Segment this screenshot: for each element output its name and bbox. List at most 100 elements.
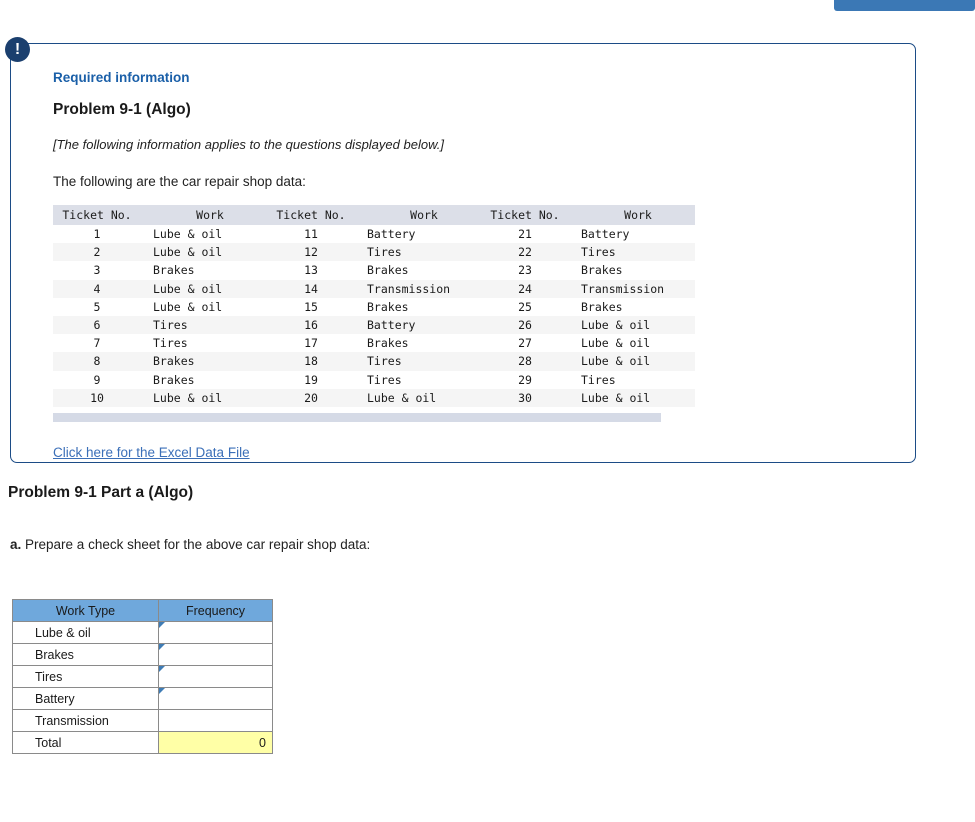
table-row: 1 Lube & oil 11 Battery 21 Battery [53, 225, 695, 244]
frequency-input-tires[interactable] [158, 665, 273, 688]
cell-ticket-no: 29 [518, 372, 532, 387]
cell-work: Brakes [153, 354, 195, 369]
column-header-work-3: Work [569, 205, 695, 225]
question-label: a. [10, 537, 22, 552]
column-header-ticket-2: Ticket No. [267, 205, 355, 225]
cell-ticket-no: 28 [518, 354, 532, 369]
check-sheet-header-frequency: Frequency [158, 599, 273, 622]
cell-work: Tires [367, 354, 402, 369]
cell-work: Tires [581, 372, 616, 387]
cell-work: Transmission [367, 281, 451, 296]
cell-work: Battery [367, 318, 416, 333]
cell-ticket-no: 9 [93, 372, 101, 387]
column-header-work-1: Work [141, 205, 267, 225]
cell-work: Lube & oil [581, 336, 651, 351]
cell-ticket-no: 8 [93, 354, 101, 369]
page-title: Problem 9-1 (Algo) [53, 101, 191, 118]
column-header-work-2: Work [355, 205, 481, 225]
cell-ticket-no: 15 [304, 299, 318, 314]
check-sheet-row: Tires [12, 665, 273, 688]
cell-ticket-no: 13 [304, 263, 318, 278]
cell-work: Brakes [367, 263, 409, 278]
table-row: 2 Lube & oil 12 Tires 22 Tires [53, 243, 695, 262]
top-action-button[interactable] [834, 0, 975, 11]
applies-note: [The following information applies to th… [53, 137, 444, 152]
column-header-ticket-3: Ticket No. [481, 205, 569, 225]
check-sheet-table: Work Type Frequency Lube & oil Brakes Tire… [12, 599, 273, 754]
part-a-question: a. Prepare a check sheet for the above c… [10, 537, 370, 552]
cell-work: Brakes [581, 263, 623, 278]
cell-work: Tires [367, 372, 402, 387]
exclamation-icon: ! [5, 37, 30, 62]
check-sheet-work-type-label: Transmission [12, 709, 159, 732]
cell-work: Brakes [581, 299, 623, 314]
cell-ticket-no: 10 [90, 390, 104, 405]
check-sheet-total-value: 0 [158, 731, 273, 754]
question-text: Prepare a check sheet for the above car … [25, 537, 371, 552]
check-sheet-body: Lube & oil Brakes Tires Battery Transmission… [12, 621, 273, 754]
check-sheet-row: Lube & oil [12, 621, 273, 644]
table-row: 9 Brakes 19 Tires 29 Tires [53, 370, 695, 389]
cell-ticket-no: 2 [93, 245, 101, 260]
cell-ticket-no: 19 [304, 372, 318, 387]
cell-work: Battery [581, 227, 630, 242]
cell-ticket-no: 4 [93, 281, 101, 296]
cell-work: Lube & oil [153, 245, 223, 260]
check-sheet-work-type-label: Lube & oil [12, 621, 159, 644]
car-repair-data-table: Ticket No. Work Ticket No. Work Ticket N… [53, 205, 695, 407]
check-sheet-row: Battery [12, 687, 273, 710]
check-sheet-work-type-label: Tires [12, 665, 159, 688]
frequency-input-brakes[interactable] [158, 643, 273, 666]
cell-ticket-no: 11 [304, 227, 318, 242]
cell-work: Tires [367, 245, 402, 260]
table-row: 7 Tires 17 Brakes 27 Lube & oil [53, 334, 695, 353]
cell-ticket-no: 30 [518, 390, 532, 405]
column-header-ticket-1: Ticket No. [53, 205, 141, 225]
cell-work: Lube & oil [153, 227, 223, 242]
cell-ticket-no: 5 [93, 299, 101, 314]
excel-data-file-link[interactable]: Click here for the Excel Data File [53, 445, 250, 460]
frequency-input-transmission[interactable] [158, 709, 273, 732]
frequency-input-lube-oil[interactable] [158, 621, 273, 644]
check-sheet-header-row: Work Type Frequency [12, 599, 273, 622]
cell-ticket-no: 6 [93, 318, 101, 333]
cell-ticket-no: 12 [304, 245, 318, 260]
cell-work: Lube & oil [153, 281, 223, 296]
table-row: 5 Lube & oil 15 Brakes 25 Brakes [53, 297, 695, 316]
cell-ticket-no: 25 [518, 299, 532, 314]
cell-ticket-no: 1 [93, 227, 101, 242]
check-sheet-row: Brakes [12, 643, 273, 666]
table-header-row: Ticket No. Work Ticket No. Work Ticket N… [53, 205, 695, 225]
cell-ticket-no: 17 [304, 336, 318, 351]
cell-work: Transmission [581, 281, 665, 296]
check-sheet-header-work-type: Work Type [12, 599, 159, 622]
table-row: 4 Lube & oil 14 Transmission 24 Transmission [53, 279, 695, 298]
part-a-title: Problem 9-1 Part a (Algo) [8, 484, 194, 501]
cell-ticket-no: 3 [93, 263, 101, 278]
table-body: 1 Lube & oil 11 Battery 21 Battery 2 Lube & oil… [53, 225, 695, 407]
cell-work: Brakes [153, 372, 195, 387]
table-row: 6 Tires 16 Battery 26 Lube & oil [53, 315, 695, 335]
cell-work: Brakes [367, 336, 409, 351]
cell-work: Lube & oil [581, 390, 651, 405]
cell-ticket-no: 24 [518, 281, 532, 296]
intro-text: The following are the car repair shop da… [53, 174, 306, 189]
table-row: 3 Brakes 13 Brakes 23 Brakes [53, 261, 695, 280]
cell-work: Lube & oil [581, 354, 651, 369]
check-sheet-work-type-label: Brakes [12, 643, 159, 666]
table-footer-bar [53, 412, 661, 422]
cell-ticket-no: 16 [304, 318, 318, 333]
cell-work: Brakes [367, 299, 409, 314]
required-information-label: Required information [53, 70, 190, 85]
required-information-panel: Required information Problem 9-1 (Algo) … [10, 43, 916, 463]
cell-ticket-no: 21 [518, 227, 532, 242]
cell-work: Brakes [153, 263, 195, 278]
frequency-input-battery[interactable] [158, 687, 273, 710]
cell-work: Lube & oil [367, 390, 437, 405]
table-row: 8 Brakes 18 Tires 28 Lube & oil [53, 352, 695, 371]
cell-ticket-no: 23 [518, 263, 532, 278]
cell-ticket-no: 7 [93, 336, 101, 351]
cell-ticket-no: 14 [304, 281, 318, 296]
cell-work: Tires [153, 336, 188, 351]
cell-ticket-no: 18 [304, 354, 318, 369]
